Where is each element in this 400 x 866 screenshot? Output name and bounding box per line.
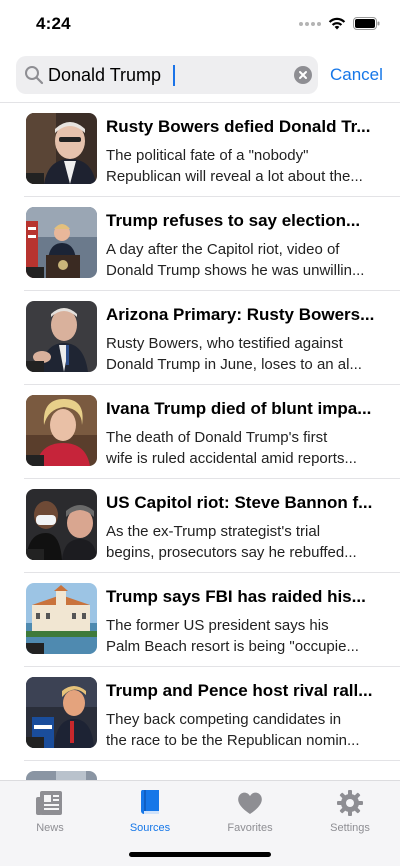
article-title: Trump says FBI has raided his... (106, 587, 366, 606)
article-thumbnail (26, 771, 97, 780)
article-description: As the ex-Trump strategist's trial begin… (106, 523, 357, 561)
newspaper-icon (36, 791, 62, 815)
text-caret (173, 65, 175, 86)
article-title: Trump refuses to say election... (106, 211, 361, 230)
tab-label: News (36, 822, 64, 834)
tab-sources[interactable]: Sources (100, 787, 200, 834)
search-icon (25, 66, 44, 85)
search-row: Cancel (16, 56, 388, 94)
signal-icon (299, 21, 321, 26)
home-indicator[interactable] (129, 852, 271, 857)
book-icon (140, 790, 159, 814)
search-field[interactable] (16, 56, 318, 94)
article-title: Rusty Bowers defied Donald Tr... (106, 117, 371, 136)
article-title: Arizona Primary: Rusty Bowers... (106, 305, 375, 324)
article-description: The political fate of a "nobody" Republi… (106, 147, 363, 185)
article-list[interactable]: Rusty Bowers defied Donald Tr... The pol… (0, 102, 400, 780)
tab-label: Sources (129, 822, 171, 834)
article-title: Trump and Pence host rival rall... (106, 681, 373, 700)
gear-icon (337, 790, 363, 816)
tab-favorites[interactable]: Favorites (200, 787, 300, 834)
battery-icon (353, 17, 380, 30)
tab-label: Settings (330, 822, 370, 834)
heart-icon (238, 792, 262, 814)
article-thumbnail (26, 677, 97, 748)
article-description: The former US president says his Palm Be… (106, 617, 359, 655)
article-row[interactable]: Trump refuses to say election... A day a… (24, 197, 400, 291)
article-row[interactable]: Ivana Trump died of blunt impa... The de… (24, 385, 400, 479)
article-thumbnail (26, 489, 97, 560)
article-title: Ivana Trump died of blunt impa... (106, 399, 372, 418)
article-description: Rusty Bowers, who testified against Dona… (106, 335, 362, 373)
article-thumbnail (26, 301, 97, 372)
article-thumbnail (26, 583, 97, 654)
article-row[interactable] (24, 761, 400, 780)
article-thumbnail (26, 207, 97, 278)
search-input[interactable] (48, 56, 288, 94)
status-bar: 4:24 (0, 0, 400, 50)
tab-settings[interactable]: Settings (300, 787, 400, 834)
status-time: 4:24 (36, 14, 71, 33)
status-icons (299, 17, 380, 30)
article-row[interactable]: Rusty Bowers defied Donald Tr... The pol… (24, 103, 400, 197)
wifi-icon (328, 17, 346, 30)
article-row[interactable]: Arizona Primary: Rusty Bowers... Rusty B… (24, 291, 400, 385)
article-row[interactable]: Trump says FBI has raided his... The for… (24, 573, 400, 667)
article-title: US Capitol riot: Steve Bannon f... (106, 493, 373, 512)
tab-label: Favorites (227, 822, 273, 834)
article-description: They back competing candidates in the ra… (106, 711, 360, 749)
article-description: A day after the Capitol riot, video of D… (106, 241, 365, 279)
cancel-button[interactable]: Cancel (330, 65, 383, 85)
tab-news[interactable]: News (0, 787, 100, 834)
article-thumbnail (26, 113, 97, 184)
article-description: The death of Donald Trump's first wife i… (106, 429, 357, 467)
article-row[interactable]: Trump and Pence host rival rall... They … (24, 667, 400, 761)
article-thumbnail (26, 395, 97, 466)
article-row[interactable]: US Capitol riot: Steve Bannon f... As th… (24, 479, 400, 573)
clear-search-icon[interactable] (294, 66, 312, 84)
